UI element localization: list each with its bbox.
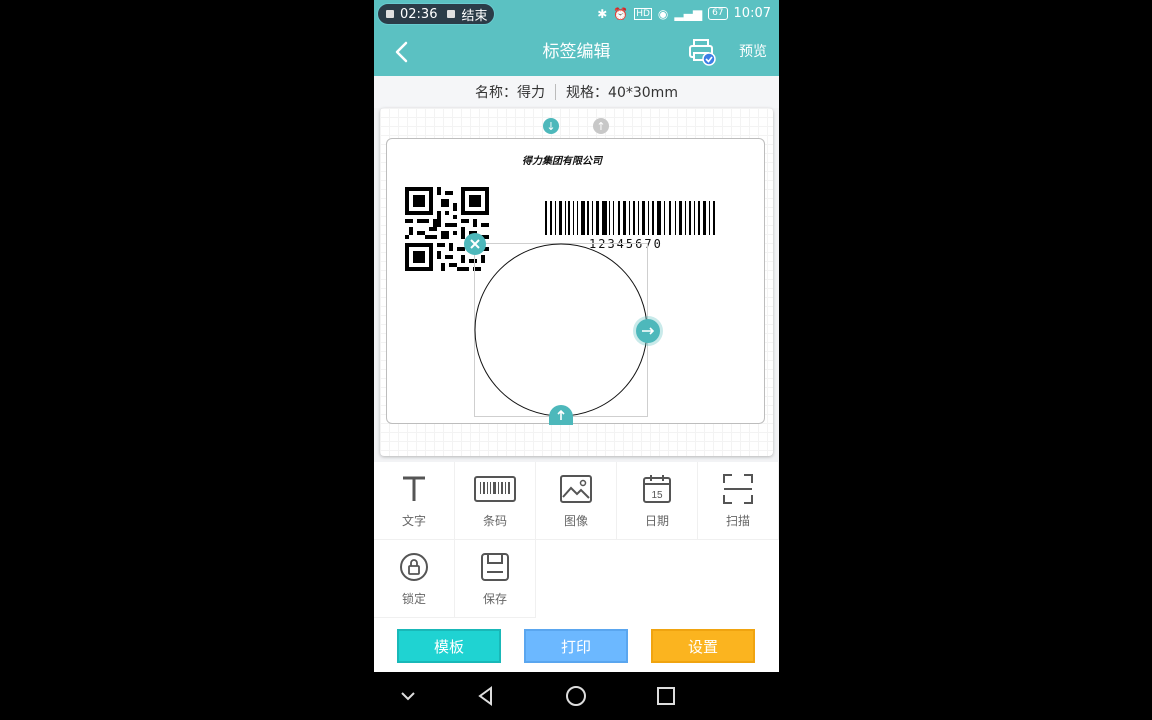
- record-end-label: 结束: [461, 8, 488, 24]
- page-title: 标签编辑: [542, 42, 611, 62]
- label-spec: 规格：40*30mm: [566, 85, 678, 101]
- tool-image[interactable]: 图像: [536, 462, 617, 540]
- printer-icon: [689, 39, 716, 66]
- company-text-element[interactable]: 得力集团有限公司: [522, 152, 602, 167]
- tool-label: 扫描: [725, 514, 750, 528]
- text-icon: [393, 472, 435, 506]
- image-icon: [555, 472, 597, 506]
- template-button[interactable]: 模板: [397, 629, 501, 663]
- status-icons: ✱ ⏰ HD ◉ ▂▄▆ 67 10:07: [597, 6, 771, 21]
- clock: 10:07: [733, 6, 771, 21]
- calendar-icon: 15: [636, 472, 678, 506]
- resize-vertical-handle[interactable]: [549, 405, 573, 425]
- tool-label: 图像: [563, 514, 588, 528]
- circle-shape-element[interactable]: [474, 243, 648, 417]
- save-icon: [474, 550, 516, 584]
- nav-back-button[interactable]: [474, 684, 498, 708]
- alarm-icon: ⏰: [613, 6, 629, 21]
- divider: [555, 84, 557, 100]
- label-name: 名称：得力: [475, 85, 546, 101]
- tool-label: 条码: [482, 514, 507, 528]
- record-icon: [386, 10, 394, 18]
- signal-icon: ▂▄▆: [674, 6, 703, 21]
- tool-text[interactable]: 文字: [374, 462, 455, 540]
- tool-label: 文字: [401, 514, 426, 528]
- bluetooth-icon: ✱: [597, 6, 608, 21]
- triangle-back-icon: [478, 686, 492, 706]
- barcode-icon: [474, 472, 516, 506]
- screen-record-pill[interactable]: 02:36 结束: [377, 3, 495, 25]
- tool-label: 保存: [482, 592, 507, 606]
- back-button[interactable]: [388, 38, 416, 66]
- nav-recents-button[interactable]: [654, 684, 678, 708]
- label-canvas[interactable]: ↓ ↑ 得力集团有限公司 12345670: [380, 108, 773, 456]
- shape-selection-box[interactable]: [474, 243, 648, 417]
- bottom-action-bar: 模板 打印 设置: [374, 620, 779, 672]
- preview-button[interactable]: 预览: [739, 28, 767, 76]
- nav-home-button[interactable]: [564, 684, 588, 708]
- system-nav-bar: [374, 672, 779, 720]
- move-down-button[interactable]: ↓: [543, 118, 559, 134]
- arrow-up-icon: [557, 409, 565, 420]
- calendar-day: 15: [651, 490, 663, 501]
- tool-scan[interactable]: 扫描: [698, 462, 779, 540]
- resize-horizontal-handle[interactable]: [636, 319, 660, 343]
- tool-grid: 文字 条码 图像 15 日期 扫描 锁定 保存: [374, 462, 779, 620]
- label-info-bar: 名称：得力 规格：40*30mm: [374, 76, 779, 108]
- tool-label: 锁定: [401, 592, 426, 606]
- app-bar: 标签编辑 预览: [374, 28, 779, 76]
- move-up-button[interactable]: ↑: [593, 118, 609, 134]
- tool-save[interactable]: 保存: [455, 540, 536, 618]
- printer-connect-button[interactable]: [688, 38, 716, 66]
- tool-lock[interactable]: 锁定: [374, 540, 455, 618]
- phone-screen: 02:36 结束 ✱ ⏰ HD ◉ ▂▄▆ 67 10:07 标签编辑 预览 名…: [374, 0, 779, 720]
- label-area[interactable]: 得力集团有限公司 12345670: [386, 138, 765, 425]
- scan-icon: [717, 472, 759, 506]
- settings-button[interactable]: 设置: [651, 629, 755, 663]
- stop-icon: [447, 10, 456, 18]
- tool-date[interactable]: 15 日期: [617, 462, 698, 540]
- hd-icon: HD: [634, 7, 652, 20]
- record-time: 02:36: [400, 6, 438, 22]
- chevron-left-icon: [395, 41, 408, 63]
- status-bar: 02:36 结束 ✱ ⏰ HD ◉ ▂▄▆ 67 10:07: [374, 0, 779, 28]
- arrow-right-icon: [642, 327, 655, 335]
- barcode-element[interactable]: [545, 201, 717, 235]
- eye-icon: ◉: [657, 6, 669, 21]
- circle-home-icon: [566, 686, 586, 706]
- delete-element-button[interactable]: [464, 233, 486, 255]
- nav-hide-button[interactable]: [396, 684, 420, 708]
- print-button[interactable]: 打印: [524, 629, 628, 663]
- square-recents-icon: [657, 687, 675, 705]
- close-icon: [470, 239, 480, 249]
- lock-icon: [393, 550, 435, 584]
- battery-icon: 67: [708, 7, 728, 20]
- tool-barcode[interactable]: 条码: [455, 462, 536, 540]
- tool-label: 日期: [644, 514, 669, 528]
- chevron-down-icon: [401, 692, 415, 701]
